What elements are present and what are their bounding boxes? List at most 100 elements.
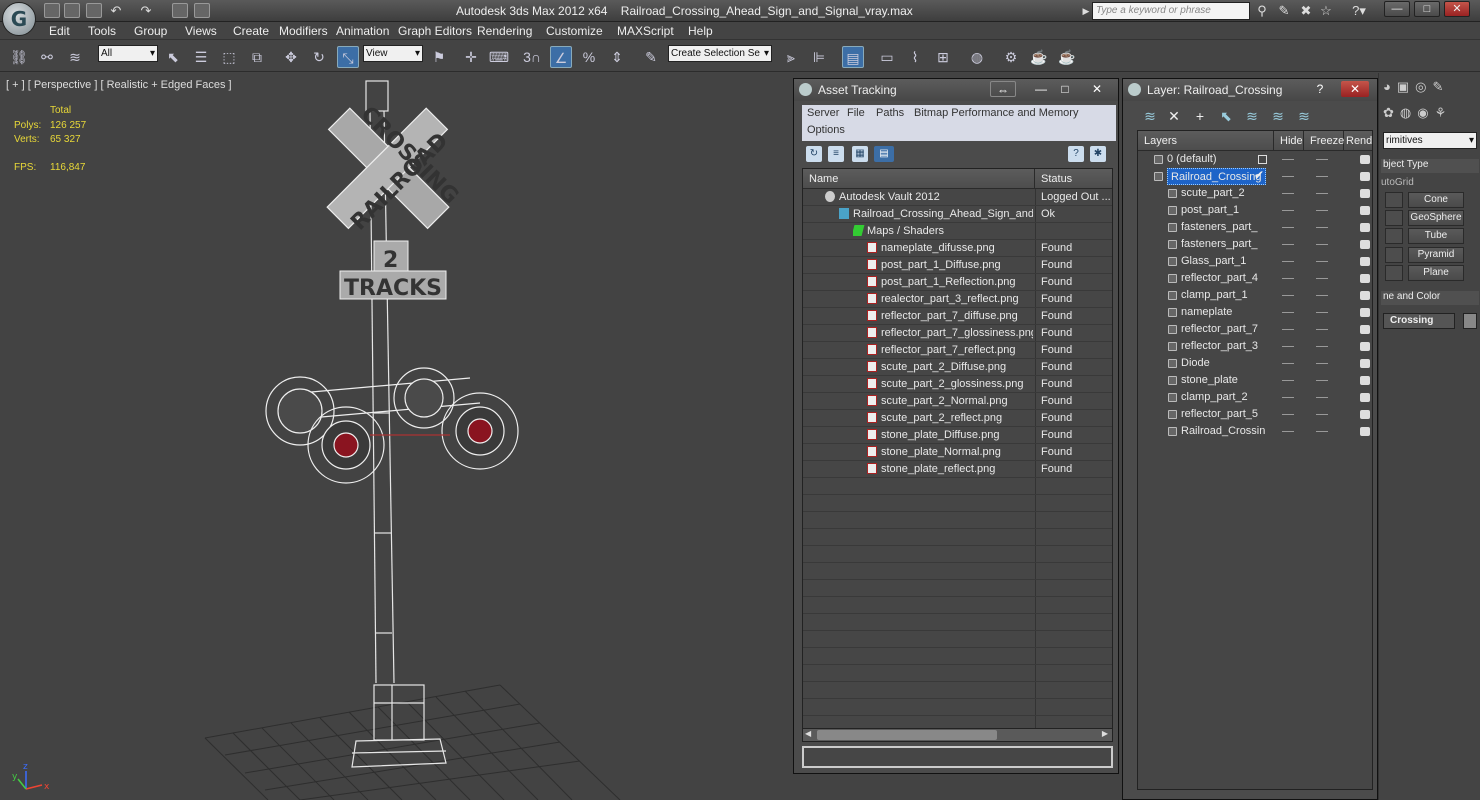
refresh-icon[interactable]: ↻ [806, 146, 822, 162]
menu-edit[interactable]: Edit [49, 24, 70, 38]
toggle-dash[interactable] [1316, 397, 1328, 398]
save-file-icon[interactable] [86, 3, 102, 18]
angle-snap-icon[interactable]: ∠ [550, 46, 572, 68]
object-button-stub[interactable] [1385, 265, 1403, 281]
list-view-icon[interactable]: ≡ [828, 146, 844, 162]
col-header-layers[interactable]: Layers [1138, 131, 1274, 151]
toggle-dash[interactable] [1316, 210, 1328, 211]
toggle-dash[interactable] [1282, 312, 1294, 313]
name-color-rollout[interactable]: ne and Color [1381, 291, 1479, 305]
schematic-view-icon[interactable]: ⊞ [932, 46, 954, 68]
layer-row[interactable]: Railroad_Crossing ✔ [1138, 168, 1372, 185]
toggle-dash[interactable] [1316, 329, 1328, 330]
select-objects-in-layer-icon[interactable]: ⬉ [1217, 107, 1235, 125]
menu-help[interactable]: Help [688, 24, 713, 38]
asset-row[interactable]: reflector_part_7_glossiness.png Found [803, 325, 1112, 342]
graphite-ribbon-icon[interactable]: ▭ [876, 46, 898, 68]
render-teapot-icon[interactable] [1360, 325, 1370, 334]
current-layer-checkbox[interactable] [1258, 155, 1267, 164]
asset-row[interactable]: scute_part_2_Diffuse.png Found [803, 359, 1112, 376]
object-color-swatch[interactable] [1463, 313, 1477, 329]
asset-menu-file[interactable]: File [847, 107, 865, 119]
layer-object-row[interactable]: reflector_part_3 [1138, 338, 1372, 355]
asset-row[interactable]: stone_plate_reflect.png Found [803, 461, 1112, 478]
col-header-freeze[interactable]: Freeze [1304, 131, 1344, 151]
communication-icon[interactable]: ✖ [1298, 3, 1314, 19]
new-file-icon[interactable] [44, 3, 60, 18]
layer-object-row[interactable]: clamp_part_1 [1138, 287, 1372, 304]
toggle-dash[interactable] [1282, 176, 1294, 177]
toggle-dash[interactable] [1316, 193, 1328, 194]
edit-named-selection-icon[interactable]: ✎ [640, 46, 662, 68]
toggle-dash[interactable] [1316, 363, 1328, 364]
plane-button[interactable]: Plane [1408, 265, 1464, 281]
toggle-dash[interactable] [1282, 159, 1294, 160]
render-teapot-icon[interactable] [1360, 206, 1370, 215]
curve-editor-icon[interactable]: ⌇ [904, 46, 926, 68]
app-logo-icon[interactable]: G [2, 2, 36, 36]
asset-row[interactable]: Autodesk Vault 2012 Logged Out ... [803, 189, 1112, 206]
toggle-dash[interactable] [1316, 380, 1328, 381]
render-teapot-icon[interactable] [1360, 427, 1370, 436]
scroll-right-icon[interactable]: ▶ [1102, 729, 1108, 738]
render-teapot-icon[interactable] [1360, 393, 1370, 402]
toggle-dash[interactable] [1316, 346, 1328, 347]
toggle-dash[interactable] [1282, 414, 1294, 415]
geosphere-button[interactable]: GeoSphere [1408, 210, 1464, 226]
asset-minimize-button[interactable]: — [1030, 81, 1052, 97]
asset-row[interactable]: nameplate_difusse.png Found [803, 240, 1112, 257]
bind-space-warp-icon[interactable]: ≋ [64, 46, 86, 68]
rect-selection-icon[interactable]: ⬚ [218, 46, 240, 68]
table-view-icon[interactable]: ▤ [874, 146, 894, 162]
toggle-dash[interactable] [1316, 312, 1328, 313]
create-layer-icon[interactable]: ≋ [1141, 107, 1159, 125]
redo-icon[interactable]: ↷ [138, 3, 154, 19]
layer-object-row[interactable]: clamp_part_2 [1138, 389, 1372, 406]
render-teapot-icon[interactable] [1360, 274, 1370, 283]
layer-object-row[interactable]: Glass_part_1 [1138, 253, 1372, 270]
toggle-dash[interactable] [1316, 414, 1328, 415]
select-rotate-icon[interactable]: ↻ [308, 46, 330, 68]
cone-button[interactable]: Cone [1408, 192, 1464, 208]
scroll-left-icon[interactable]: ◀ [805, 729, 811, 738]
layer-object-row[interactable]: nameplate [1138, 304, 1372, 321]
asset-row[interactable]: stone_plate_Diffuse.png Found [803, 427, 1112, 444]
asset-menu-options[interactable]: Options [807, 124, 845, 136]
help-icon[interactable]: ?▾ [1346, 3, 1372, 19]
layer-object-row[interactable]: post_part_1 [1138, 202, 1372, 219]
highlight-layer-icon[interactable]: ≋ [1243, 107, 1261, 125]
toggle-dash[interactable] [1282, 397, 1294, 398]
layer-object-row[interactable]: reflector_part_4 [1138, 270, 1372, 287]
asset-close-button[interactable]: ✕ [1086, 81, 1108, 97]
asset-row[interactable]: reflector_part_7_reflect.png Found [803, 342, 1112, 359]
menu-tools[interactable]: Tools [88, 24, 116, 38]
command-panel-tabs[interactable]: ◕▣◎✎ [1383, 79, 1479, 99]
layer-object-row[interactable]: reflector_part_7 [1138, 321, 1372, 338]
named-selection-set-dropdown[interactable]: Create Selection Se [668, 45, 772, 62]
tube-button[interactable]: Tube [1408, 228, 1464, 244]
scroll-thumb[interactable] [817, 730, 997, 740]
close-button[interactable]: ✕ [1444, 1, 1470, 17]
object-type-rollout[interactable]: bject Type [1381, 159, 1479, 173]
asset-row[interactable]: realector_part_3_reflect.png Found [803, 291, 1112, 308]
render-teapot-icon[interactable] [1360, 223, 1370, 232]
asset-tracking-titlebar[interactable]: Asset Tracking ⇔ — □ ✕ [794, 79, 1118, 101]
percent-snap-icon[interactable]: % [578, 46, 600, 68]
toggle-dash[interactable] [1282, 261, 1294, 262]
toggle-dash[interactable] [1316, 244, 1328, 245]
layer-object-row[interactable]: fasteners_part_ [1138, 219, 1372, 236]
project-folder-icon[interactable] [194, 3, 210, 18]
asset-row[interactable]: Maps / Shaders [803, 223, 1112, 240]
current-layer-check-icon[interactable]: ✔ [1254, 168, 1264, 182]
toggle-dash[interactable] [1282, 193, 1294, 194]
reference-coordinate-dropdown[interactable]: View [363, 45, 423, 62]
toggle-dash[interactable] [1316, 227, 1328, 228]
toggle-dash[interactable] [1282, 244, 1294, 245]
hide-all-layers-icon[interactable]: ≋ [1269, 107, 1287, 125]
asset-menu-server[interactable]: Server [807, 107, 839, 119]
render-teapot-icon[interactable] [1360, 308, 1370, 317]
object-button-stub[interactable] [1385, 210, 1403, 226]
autogrid-checkbox[interactable]: utoGrid [1381, 177, 1414, 188]
render-teapot-icon[interactable] [1360, 189, 1370, 198]
primitive-type-dropdown[interactable]: rimitives [1383, 132, 1477, 149]
